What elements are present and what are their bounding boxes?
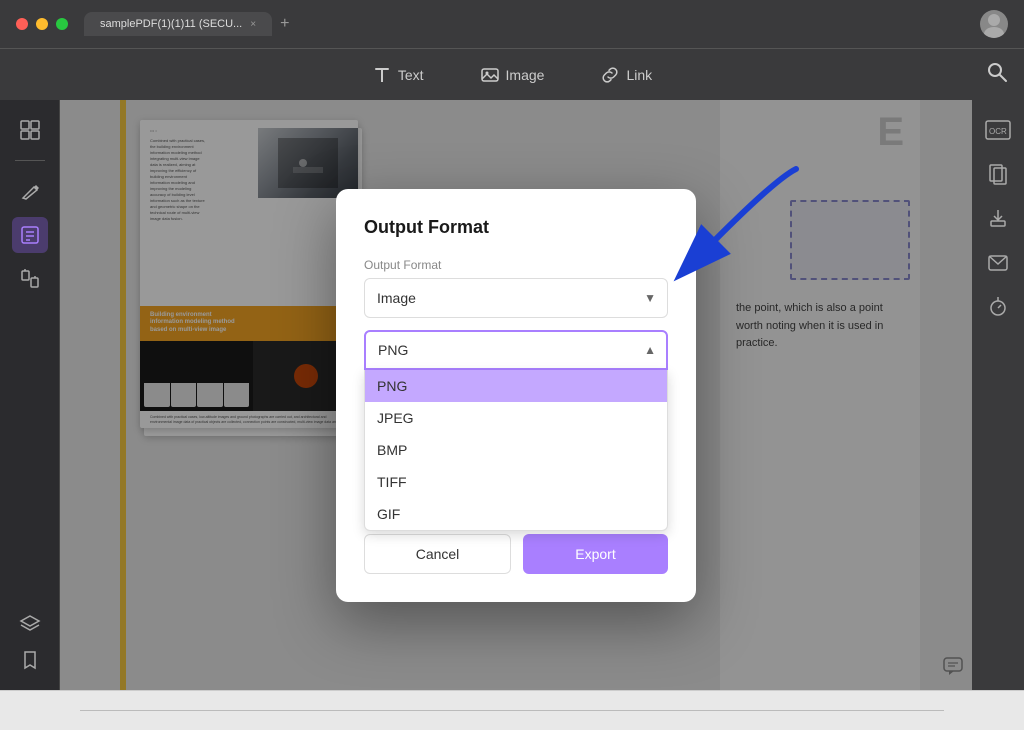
modal-overlay: Output Format Output Format Image ▼ PNG … <box>60 100 972 690</box>
right-sidebar: OCR <box>972 100 1024 690</box>
sidebar-divider-1 <box>15 160 45 161</box>
text-label: Text <box>398 67 424 83</box>
right-sidebar-email[interactable] <box>980 244 1016 280</box>
sidebar-item-thumbnails[interactable] <box>12 112 48 148</box>
arrow-annotation <box>656 159 816 319</box>
sidebar-item-bookmark[interactable] <box>12 642 48 678</box>
maximize-button[interactable] <box>56 18 68 30</box>
export-button[interactable]: Export <box>523 534 668 574</box>
toolbar: Text Image Link <box>0 48 1024 100</box>
image-tool[interactable]: Image <box>468 59 557 91</box>
link-icon <box>600 65 620 85</box>
traffic-lights <box>16 18 68 30</box>
bottom-bar <box>0 690 1024 730</box>
sidebar-bottom <box>12 606 48 678</box>
sidebar-item-organize[interactable] <box>12 261 48 297</box>
right-sidebar-timer[interactable] <box>980 288 1016 324</box>
sidebar-item-layers[interactable] <box>12 606 48 642</box>
minimize-button[interactable] <box>36 18 48 30</box>
svg-text:OCR: OCR <box>989 127 1007 136</box>
new-tab-button[interactable]: + <box>280 15 289 33</box>
right-sidebar-export[interactable] <box>980 200 1016 236</box>
link-label: Link <box>626 67 652 83</box>
active-tab[interactable]: samplePDF(1)(1)11 (SECU... × <box>84 12 272 36</box>
option-bmp[interactable]: BMP <box>365 434 667 466</box>
sidebar-item-form[interactable] <box>12 217 48 253</box>
right-sidebar-pages[interactable] <box>980 156 1016 192</box>
format-select-wrapper: Image ▼ <box>364 278 668 318</box>
image-format-select-wrapper: PNG ▲ PNG JPEG BMP TIFF GIF <box>364 330 668 370</box>
image-icon <box>480 65 500 85</box>
image-format-chevron-icon: ▲ <box>644 343 656 357</box>
option-tiff[interactable]: TIFF <box>365 466 667 498</box>
close-button[interactable] <box>16 18 28 30</box>
export-dialog: Output Format Output Format Image ▼ PNG … <box>336 189 696 602</box>
dialog-title: Output Format <box>364 217 668 238</box>
text-icon <box>372 65 392 85</box>
cancel-button[interactable]: Cancel <box>364 534 511 574</box>
image-label: Image <box>506 67 545 83</box>
content-area: ••• • 1 Combined with practical cases,th… <box>60 100 972 690</box>
tab-title: samplePDF(1)(1)11 (SECU... <box>100 18 242 30</box>
image-format-select[interactable]: PNG ▲ <box>364 330 668 370</box>
avatar[interactable] <box>980 10 1008 38</box>
search-button[interactable] <box>986 61 1008 88</box>
dialog-buttons: Cancel Export <box>364 534 668 574</box>
tab-bar: samplePDF(1)(1)11 (SECU... × + <box>84 12 980 36</box>
titlebar: samplePDF(1)(1)11 (SECU... × + <box>0 0 1024 48</box>
option-jpeg[interactable]: JPEG <box>365 402 667 434</box>
tab-close-icon[interactable]: × <box>250 19 256 30</box>
bottom-scrollbar[interactable] <box>80 710 944 711</box>
link-tool[interactable]: Link <box>588 59 664 91</box>
format-select[interactable]: Image <box>364 278 668 318</box>
sidebar-item-annotate[interactable] <box>12 173 48 209</box>
left-sidebar <box>0 100 60 690</box>
output-format-label: Output Format <box>364 258 668 272</box>
image-format-dropdown: PNG JPEG BMP TIFF GIF <box>364 370 668 531</box>
option-png[interactable]: PNG <box>365 370 667 402</box>
text-tool[interactable]: Text <box>360 59 436 91</box>
main-area: ••• • 1 Combined with practical cases,th… <box>0 100 1024 690</box>
right-sidebar-ocr[interactable]: OCR <box>980 112 1016 148</box>
option-gif[interactable]: GIF <box>365 498 667 530</box>
